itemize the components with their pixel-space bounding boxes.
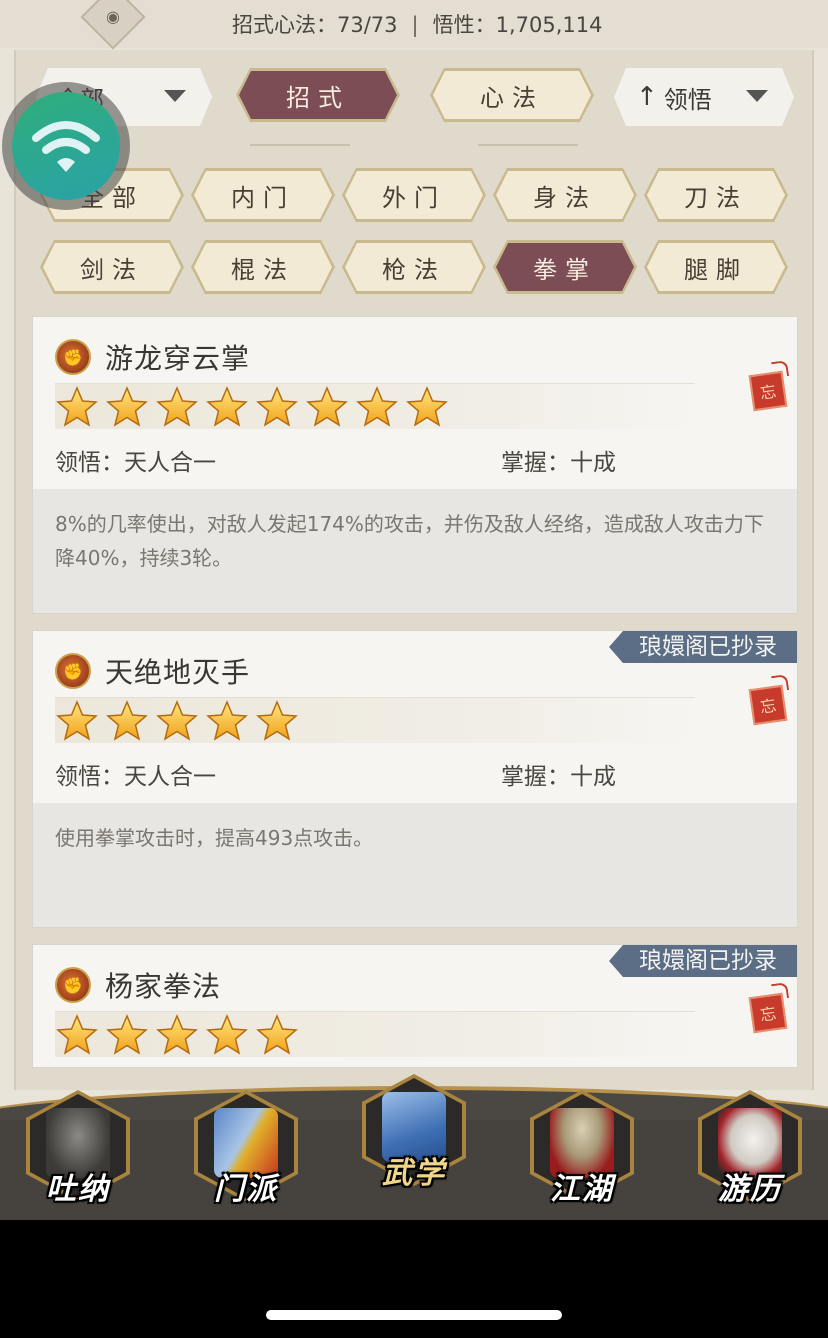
star-icon [205,699,249,743]
nav-meditation[interactable]: 吐纳 [26,1090,130,1214]
star-icon [155,699,199,743]
tab-moves[interactable]: 招式 [236,68,400,122]
skill-description: 8%的几率使出，对敌人发起174%的攻击，并伤及敌人经络，造成敌人攻击力下降40… [33,489,797,613]
chevron-down-icon [746,90,768,102]
nav-label: 吐纳 [46,1172,110,1207]
sort-dropdown[interactable]: ↑ 领悟 [614,68,794,126]
type-sword-label: 剑法 [43,243,181,291]
star-icon [55,1013,99,1057]
skill-card[interactable]: 琅嬛阁已抄录 ✊ 杨家拳法 忘 [32,944,798,1068]
skill-title-row: ✊ 天绝地灭手 [55,651,250,691]
nav-sect[interactable]: 门派 [194,1090,298,1214]
skill-title-row: ✊ 游龙穿云掌 [55,337,250,377]
eye-icon: ◉ [106,7,120,26]
star-icon [405,385,449,429]
star-icon [55,699,99,743]
skill-name: 游龙穿云掌 [105,342,251,375]
type-blade-label: 刀法 [647,171,785,219]
stats-separator: | [411,13,419,37]
type-spear-label: 枪法 [345,243,483,291]
floating-assist-button[interactable] [2,82,130,210]
type-outer-sect[interactable]: 外门 [342,168,486,222]
type-fist-palm[interactable]: 拳掌 [493,240,637,294]
forget-seal-icon[interactable]: 忘 [748,992,788,1034]
nav-label: 江湖 [550,1172,614,1207]
mastery-level: 掌握：十成 [501,764,616,790]
star-icon [105,1013,149,1057]
star-icon [55,385,99,429]
fist-icon: ✊ [55,653,91,689]
home-indicator[interactable] [266,1310,562,1320]
type-sword[interactable]: 剑法 [40,240,184,294]
star-icon [255,1013,299,1057]
type-spear[interactable]: 枪法 [342,240,486,294]
type-inner-sect-label: 内门 [194,171,332,219]
skill-name: 杨家拳法 [105,970,222,1003]
game-screen: ◉ 招式心法：73/73|悟性：1,705,114 全部 招式 心法 ↑ 领悟 … [0,0,828,1220]
type-blade[interactable]: 刀法 [644,168,788,222]
nav-label: 武学 [382,1156,446,1191]
forget-seal-glyph: 忘 [758,1003,778,1026]
type-movement-label: 身法 [496,171,634,219]
star-icon [205,1013,249,1057]
comprehension-level: 领悟：天人合一 [55,450,216,476]
forget-seal-glyph: 忘 [758,381,778,404]
moves-count: 招式心法：73/73 [232,13,398,37]
divider-ornament [250,144,350,146]
forget-seal-icon[interactable]: 忘 [748,684,788,726]
star-rating [55,697,695,743]
nav-label: 门派 [214,1172,278,1207]
nav-jianghu[interactable]: 江湖 [530,1090,634,1214]
star-icon [355,385,399,429]
wifi-icon [12,92,120,200]
forget-seal-icon[interactable]: 忘 [748,370,788,412]
star-rating [55,1011,695,1057]
star-icon [105,385,149,429]
archived-tag: 琅嬛阁已抄录 [609,631,797,663]
skill-card[interactable]: ✊ 游龙穿云掌 领悟：天人合一 掌握：十成 8%的几率使出，对敌人发起174%的… [32,316,798,614]
star-icon [205,385,249,429]
star-rating [55,383,695,429]
forget-seal-glyph: 忘 [758,695,778,718]
type-staff[interactable]: 棍法 [191,240,335,294]
type-staff-label: 棍法 [194,243,332,291]
comprehension-level: 领悟：天人合一 [55,764,216,790]
type-inner-sect[interactable]: 内门 [191,168,335,222]
archived-tag: 琅嬛阁已抄录 [609,945,797,977]
fist-icon: ✊ [55,339,91,375]
star-icon [255,385,299,429]
tab-moves-label: 招式 [239,71,397,119]
star-icon [155,385,199,429]
sort-dropdown-value: 领悟 [663,85,712,114]
divider-ornament [478,144,578,146]
view-toggle-button[interactable]: ◉ [80,0,146,50]
chevron-down-icon [164,90,186,102]
mastery-level: 掌握：十成 [501,450,616,476]
star-icon [155,1013,199,1057]
skill-description: 使用拳掌攻击时，提高493点攻击。 [33,803,797,927]
fist-icon: ✊ [55,967,91,1003]
star-icon [305,385,349,429]
type-leg-kick-label: 腿脚 [647,243,785,291]
star-icon [105,699,149,743]
type-outer-sect-label: 外门 [345,171,483,219]
insight-value: 悟性：1,705,114 [432,13,603,37]
tab-heart-method[interactable]: 心法 [430,68,594,122]
nav-travel[interactable]: 游历 [698,1090,802,1214]
nav-label: 游历 [718,1172,782,1207]
skill-card[interactable]: 琅嬛阁已抄录 ✊ 天绝地灭手 领悟：天人合一 掌握：十成 使用拳掌攻击时，提高4… [32,630,798,928]
stats-text: 招式心法：73/73 | 悟性：1,705,114 [232,9,603,39]
sort-arrow-icon: ↑ [636,82,658,112]
star-icon [255,699,299,743]
tab-heart-method-label: 心法 [433,71,591,119]
bottom-navigation: 吐纳 门派 武学 江湖 游历 [0,1074,828,1220]
type-movement[interactable]: 身法 [493,168,637,222]
type-fist-palm-label: 拳掌 [496,243,634,291]
type-leg-kick[interactable]: 腿脚 [644,240,788,294]
nav-martial-arts[interactable]: 武学 [362,1074,466,1198]
skill-title-row: ✊ 杨家拳法 [55,965,221,1005]
skill-name: 天绝地灭手 [105,656,251,689]
stats-bar: ◉ 招式心法：73/73 | 悟性：1,705,114 [0,0,828,50]
